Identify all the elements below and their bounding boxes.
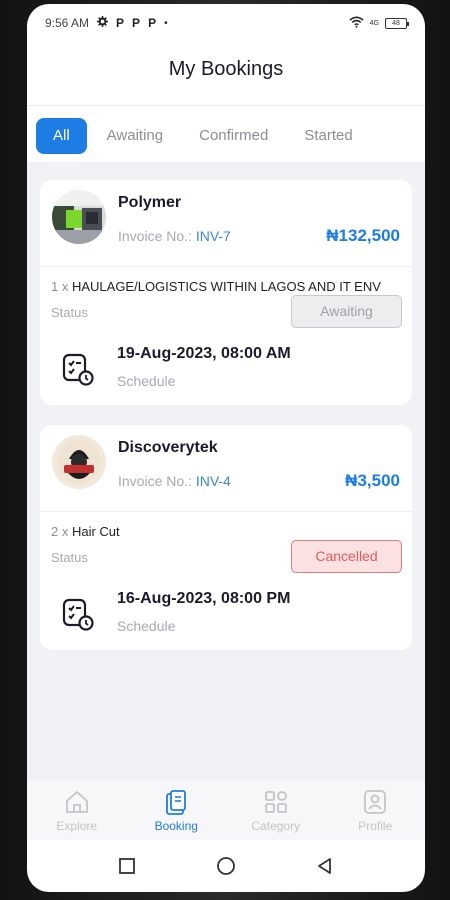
nav-label: Booking bbox=[154, 818, 198, 833]
invoice-number: INV-4 bbox=[195, 473, 231, 489]
phone-screen: 9:56 AM P P P • 4G 48 My Bookings All Aw… bbox=[27, 4, 425, 892]
invoice-line: Invoice No.: INV-4 bbox=[118, 473, 231, 489]
schedule-label: Schedule bbox=[117, 373, 176, 389]
schedule-icon bbox=[60, 351, 96, 387]
booking-price: ₦132,500 bbox=[326, 226, 400, 245]
nav-profile[interactable]: Profile bbox=[330, 788, 420, 833]
service-quantity: 1 x bbox=[51, 279, 69, 294]
schedule-date: 19-Aug-2023, 08:00 AM bbox=[117, 345, 291, 362]
bookings-list: Polymer Invoice No.: INV-7 ₦132,500 1 x … bbox=[27, 162, 425, 780]
notification-p-icon: P bbox=[116, 16, 125, 30]
tab-started[interactable]: Started bbox=[286, 118, 370, 154]
settings-gear-icon bbox=[97, 16, 109, 30]
schedule-icon bbox=[60, 596, 96, 632]
provider-name: Discoverytek bbox=[118, 439, 218, 456]
booking-card[interactable]: Polymer Invoice No.: INV-7 ₦132,500 1 x … bbox=[40, 180, 412, 405]
notification-p-icon: P bbox=[132, 16, 141, 30]
provider-avatar bbox=[52, 435, 106, 489]
page-title: My Bookings bbox=[168, 58, 284, 80]
booking-price: ₦3,500 bbox=[345, 471, 400, 490]
tab-all[interactable]: All bbox=[36, 118, 87, 154]
back-icon[interactable] bbox=[316, 857, 334, 875]
nav-label: Category bbox=[251, 818, 301, 833]
invoice-label: Invoice No.: bbox=[118, 228, 192, 244]
nav-booking[interactable]: Booking bbox=[131, 788, 221, 833]
home-button-icon[interactable] bbox=[216, 856, 236, 876]
home-icon bbox=[65, 790, 88, 813]
wifi-icon bbox=[349, 16, 364, 31]
service-line: 2 x Hair Cut bbox=[51, 524, 120, 539]
notification-dot: • bbox=[164, 17, 168, 29]
status-badge: Awaiting bbox=[291, 295, 402, 328]
invoice-label: Invoice No.: bbox=[118, 473, 192, 489]
notification-p-icon: P bbox=[148, 16, 157, 30]
nav-label: Profile bbox=[358, 818, 393, 833]
provider-name: Polymer bbox=[118, 194, 182, 211]
invoice-line: Invoice No.: INV-7 bbox=[118, 228, 231, 244]
title-divider bbox=[27, 105, 425, 106]
service-name: Hair Cut bbox=[71, 524, 120, 539]
system-nav-bar bbox=[27, 840, 425, 892]
profile-icon bbox=[364, 789, 387, 814]
provider-avatar bbox=[52, 190, 106, 244]
booking-card[interactable]: Discoverytek Invoice No.: INV-4 ₦3,500 2… bbox=[40, 425, 412, 650]
schedule-date: 16-Aug-2023, 08:00 PM bbox=[117, 590, 291, 607]
status-bar: 9:56 AM P P P • 4G 48 bbox=[27, 4, 425, 42]
recent-apps-icon[interactable] bbox=[118, 857, 136, 875]
nav-explore[interactable]: Explore bbox=[32, 788, 122, 833]
nav-label: Explore bbox=[56, 818, 98, 833]
nav-category[interactable]: Category bbox=[231, 788, 321, 833]
status-time: 9:56 AM bbox=[45, 16, 90, 30]
tab-awaiting[interactable]: Awaiting bbox=[89, 118, 181, 154]
category-icon bbox=[264, 790, 287, 813]
battery-icon: 48 bbox=[385, 17, 409, 29]
status-label: Status bbox=[51, 305, 88, 320]
status-badge: Cancelled bbox=[291, 540, 402, 573]
filter-tabs: All Awaiting Confirmed Started bbox=[27, 114, 425, 158]
status-label: Status bbox=[51, 550, 88, 565]
tab-confirmed[interactable]: Confirmed bbox=[181, 118, 286, 154]
invoice-number: INV-7 bbox=[195, 228, 231, 244]
schedule-label: Schedule bbox=[117, 618, 176, 634]
booking-icon bbox=[166, 789, 187, 815]
service-line: 1 x HAULAGE/LOGISTICS WITHIN LAGOS AND I… bbox=[51, 279, 381, 294]
network-indicator: 4G bbox=[369, 19, 379, 27]
service-name: HAULAGE/LOGISTICS WITHIN LAGOS AND IT EN… bbox=[71, 279, 381, 294]
bottom-nav: Explore Booking Category Profile bbox=[27, 780, 425, 840]
service-quantity: 2 x bbox=[51, 524, 69, 539]
